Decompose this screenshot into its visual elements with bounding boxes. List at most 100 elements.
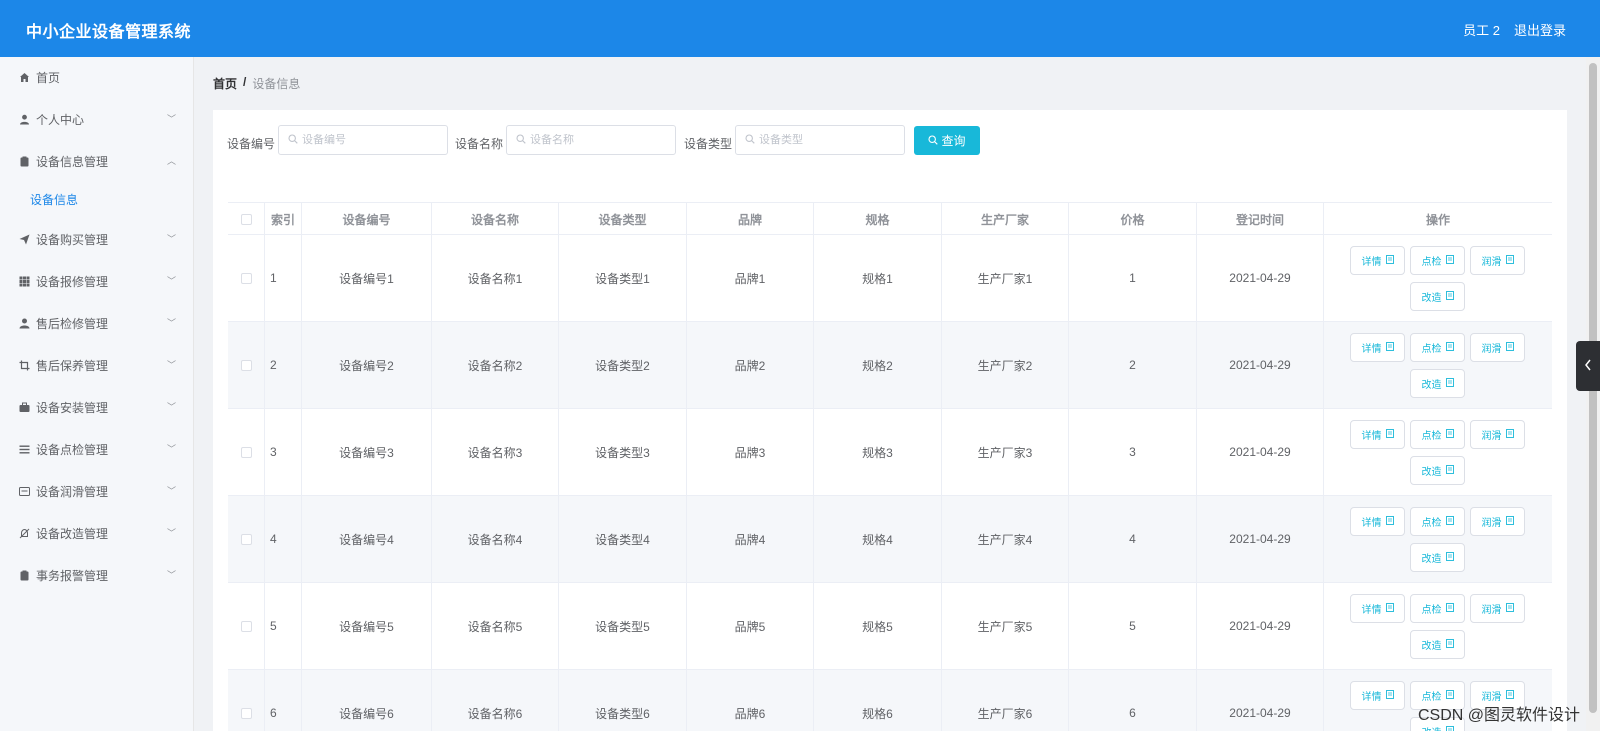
renovate-button[interactable]: 改造 [1410,456,1465,485]
sidebar-item-after-sales-maintenance[interactable]: 售后保养管理 ﹀ [0,345,194,385]
action-label: 详情 [1361,518,1382,529]
sidebar-subitem-device-info[interactable]: 设备信息 [0,181,194,217]
chevron-down-icon: ﹀ [166,360,176,370]
briefcase-icon [18,401,30,413]
renovate-button[interactable]: 改造 [1410,630,1465,659]
collapse-panel-button[interactable] [1576,341,1600,391]
page-scrollbar[interactable] [1586,57,1600,731]
inspect-button[interactable]: 点检 [1410,594,1465,623]
inspect-button[interactable]: 点检 [1410,507,1465,536]
renovate-button[interactable]: 改造 [1410,543,1465,572]
sidebar-item-home[interactable]: 首页 [0,57,194,97]
row-checkbox[interactable] [240,533,252,545]
document-icon [1445,690,1454,701]
document-icon [1445,465,1454,476]
cell-brand: 品牌4 [687,496,814,582]
app-title: 中小企业设备管理系统 [26,24,192,41]
action-label: 改造 [1421,641,1442,652]
row-checkbox[interactable] [240,359,252,371]
cell-name: 设备名称5 [432,583,559,669]
cell-date: 2021-04-29 [1197,322,1324,408]
table-row: 3 设备编号3 设备名称3 设备类型3 品牌3 规格3 生产厂家3 3 2021-04-29 详情… [228,409,1552,496]
cell-spec: 规格4 [814,496,942,582]
sidebar-item-label: 首页 [36,70,61,85]
search-input-name[interactable] [530,134,660,146]
chevron-down-icon: ﹀ [166,318,176,328]
action-label: 润滑 [1481,431,1502,442]
action-label: 点检 [1421,257,1442,268]
document-icon [1445,516,1454,527]
row-select-cell [228,235,265,321]
query-button[interactable]: 查询 [914,126,980,155]
table-row: 2 设备编号2 设备名称2 设备类型2 品牌2 规格2 生产厂家2 2 2021-04-29 详情… [228,322,1552,409]
lubricate-button[interactable]: 润滑 [1470,594,1525,623]
detail-button[interactable]: 详情 [1350,681,1405,710]
action-label: 详情 [1361,257,1382,268]
user-icon [18,113,30,125]
select-all-checkbox[interactable] [240,213,252,225]
sidebar-item-label: 个人中心 [36,112,85,127]
cell-brand: 品牌2 [687,322,814,408]
sidebar-item-alarm[interactable]: 事务报警管理 ﹀ [0,555,194,595]
search-input-type[interactable] [759,134,889,146]
cell-brand: 品牌6 [687,670,814,731]
sidebar-item-inspection[interactable]: 设备点检管理 ﹀ [0,429,194,469]
sidebar-item-renovation[interactable]: 设备改造管理 ﹀ [0,513,194,553]
cell-code: 设备编号3 [302,409,432,495]
sidebar-item-installation[interactable]: 设备安装管理 ﹀ [0,387,194,427]
cell-maker: 生产厂家5 [942,583,1069,669]
column-header: 设备名称 [432,203,559,235]
cell-index: 4 [265,496,302,582]
lubricate-button[interactable]: 润滑 [1470,333,1525,362]
detail-button[interactable]: 详情 [1350,246,1405,275]
search-field-type[interactable] [735,125,905,155]
person-icon [18,317,30,329]
row-checkbox[interactable] [240,707,252,719]
sidebar-item-personal-center[interactable]: 个人中心 ﹀ [0,99,194,139]
sidebar-item-device-purchase[interactable]: 设备购买管理 ﹀ [0,219,194,259]
sidebar-item-repair-report[interactable]: 设备报修管理 ﹀ [0,261,194,301]
search-input-code[interactable] [302,134,432,146]
sidebar-item-after-sales-repair[interactable]: 售后检修管理 ﹀ [0,303,194,343]
column-header: 规格 [814,203,942,235]
sidebar-item-lubrication[interactable]: 设备润滑管理 ﹀ [0,471,194,511]
logout-link[interactable]: 退出登录 [1514,20,1566,39]
chevron-left-icon [1584,359,1592,374]
cell-brand: 品牌5 [687,583,814,669]
renovate-button[interactable]: 改造 [1410,369,1465,398]
row-select-cell [228,322,265,408]
search-label-name: 设备名称 [455,137,504,151]
search-label-code: 设备编号 [227,137,276,151]
sidebar-item-device-info-mgmt[interactable]: 设备信息管理 ︿ [0,141,194,181]
cell-date: 2021-04-29 [1197,496,1324,582]
cell-maker: 生产厂家3 [942,409,1069,495]
document-icon [1445,552,1454,563]
lubricate-button[interactable]: 润滑 [1470,507,1525,536]
lubricate-button[interactable]: 润滑 [1470,420,1525,449]
detail-button[interactable]: 详情 [1350,333,1405,362]
row-checkbox[interactable] [240,620,252,632]
renovate-button[interactable]: 改造 [1410,282,1465,311]
document-icon [1385,342,1394,353]
search-field-code[interactable] [278,125,448,155]
inspect-button[interactable]: 点检 [1410,333,1465,362]
detail-button[interactable]: 详情 [1350,594,1405,623]
document-icon [1505,342,1514,353]
inspect-button[interactable]: 点检 [1410,246,1465,275]
detail-button[interactable]: 详情 [1350,420,1405,449]
search-field-name[interactable] [506,125,676,155]
home-icon [18,71,30,83]
current-user: 员工 2 [1463,23,1500,38]
inspect-button[interactable]: 点检 [1410,420,1465,449]
lubricate-button[interactable]: 润滑 [1470,246,1525,275]
chevron-down-icon: ﹀ [166,528,176,538]
cell-spec: 规格3 [814,409,942,495]
breadcrumb-separator: / [243,75,247,89]
chevron-down-icon: ﹀ [166,486,176,496]
row-checkbox[interactable] [240,272,252,284]
detail-button[interactable]: 详情 [1350,507,1405,536]
chevron-up-icon: ︿ [166,156,176,166]
breadcrumb-home[interactable]: 首页 [213,75,237,92]
cell-spec: 规格2 [814,322,942,408]
row-checkbox[interactable] [240,446,252,458]
